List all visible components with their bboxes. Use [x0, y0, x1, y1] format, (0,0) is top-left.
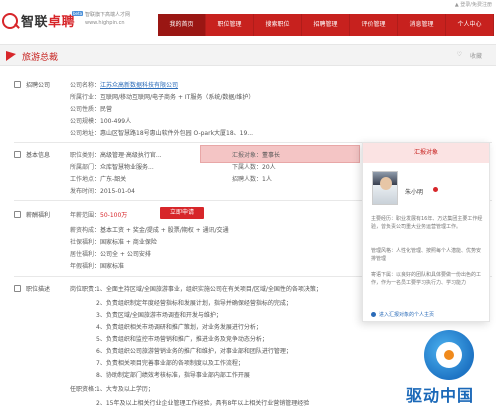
nav-home[interactable]: 我的首页 — [158, 14, 206, 36]
job-title-bar: 旅游总裁 ♡ 收藏 — [0, 44, 496, 66]
watermark-text: 驱动中国 — [406, 386, 475, 405]
salary-range-row: 年薪范围：50-100万 — [70, 212, 128, 219]
salary-structure-row: 薪资构成：基本工资 + 奖金/提成 + 股票/期权 + 通讯/交通 — [70, 227, 229, 234]
subordinates-row: 下属人数：20人 — [232, 164, 276, 171]
avatar[interactable] — [372, 171, 398, 205]
duty-line: 7、负责相关项目完善事业部的各项制度以及工作流程； — [96, 360, 244, 367]
report-to-panel: 汇报对象 朱小明 主要经历：职业发展有16年、万达集团主要工作经验，曾负责公司重… — [362, 142, 490, 322]
watermark-logo: 驱动中国 — [404, 330, 494, 414]
favorite-button[interactable]: 收藏 — [470, 51, 482, 60]
manager-message: 寄语下属：以良好的团队和具体要做一份出色的工作，作为一名员工要学习执行力、学习能… — [371, 272, 482, 286]
duty-line: 3、负责区域/全国旅游市场调查和开发与维护； — [96, 312, 222, 319]
company-name-link[interactable]: 江苏众高新数据科技有限公司 — [100, 82, 178, 89]
company-name-row: 公司名称：江苏众高新数据科技有限公司 — [70, 82, 179, 89]
insurance-row: 社保福利：国家标准 + 商业保险 — [70, 239, 157, 246]
nav-recruit-mgmt[interactable]: 招聘管理 — [302, 14, 350, 36]
logo-text: 智联卓聘 — [21, 15, 76, 30]
main-nav: 我的首页 职位管理 搜索职位 招聘管理 评价管理 消息管理 个人中心 — [158, 14, 494, 36]
section-description: 职位描述 — [14, 284, 50, 293]
nav-position-mgmt[interactable]: 职位管理 — [206, 14, 254, 36]
logo-magnifier-icon — [2, 12, 18, 29]
headcount-row: 招聘人数：1人 — [232, 176, 272, 183]
company-size-row: 公司规模：100-499人 — [70, 118, 132, 125]
apply-button[interactable]: 立即申请 — [160, 207, 204, 219]
duty-line: 5、负责组织和监控市场营销和推广，推进业务及竞争动态分析； — [96, 336, 268, 343]
heart-icon[interactable]: ♡ — [457, 51, 462, 58]
beta-badge: beta — [72, 11, 84, 16]
building-icon — [14, 81, 21, 88]
manager-name[interactable]: 朱小明 — [405, 187, 423, 196]
nav-message-mgmt[interactable]: 消息管理 — [398, 14, 446, 36]
verified-icon — [433, 187, 438, 192]
manager-style: 管理风格：人性化管理、按照每个人潜能、优势安排管理 — [371, 248, 482, 262]
company-type-row: 公司性质：民营 — [70, 106, 113, 113]
job-title: 旅游总裁 — [22, 53, 59, 63]
duty-line: 2、负责组织制定年度经营指标和发展计划，指导并确保经营指标的完成； — [96, 300, 292, 307]
document-icon — [14, 285, 21, 292]
money-icon — [14, 211, 21, 218]
department-row: 所属部门：众库智慧物业服务... — [70, 164, 154, 171]
company-industry-row: 所属行业：互联网/移动互联网/电子商务 + IT服务（系统/数据/维护） — [70, 94, 255, 101]
requirement-line: 2、15年及以上相关行业企业管理工作经验，具有8年以上相关行业营销管理经验 — [96, 400, 310, 407]
manager-experience: 主要经历：职业发展有16年、万达集团主要工作经验，曾负责公司重大业务运营管理工作… — [371, 216, 483, 230]
duty-line: 8、协助制定部门绩效考核标准，指导事业部内部工作开展 — [96, 372, 250, 379]
duty-line: 4、负责组织相关市场调研和推广策划，对业务发展进行分析； — [96, 324, 262, 331]
link-icon — [371, 312, 376, 317]
nav-search-position[interactable]: 搜索职位 — [254, 14, 302, 36]
info-icon — [14, 151, 21, 158]
nav-personal-center[interactable]: 个人中心 — [446, 14, 494, 36]
nav-review-mgmt[interactable]: 评价管理 — [350, 14, 398, 36]
section-basic-info: 基本信息 — [14, 150, 50, 159]
publish-date-row: 发布时间：2015-01-04 — [70, 188, 135, 195]
flag-icon — [6, 51, 16, 61]
section-salary: 薪酬福利 — [14, 210, 50, 219]
vacation-row: 年假福利：国家标准 — [70, 263, 125, 270]
report-to-row: 汇报对象：董事长 — [232, 152, 281, 159]
site-logo[interactable]: 智联卓聘 beta — [2, 11, 84, 30]
duty-line: 1、全面主持区域/全国旅游事业，组织实施公司在有关项目/区域/全国性的各项决策； — [96, 286, 322, 293]
slogan: 智联旗下高端人才网 www.highpin.cn — [85, 12, 131, 26]
panel-title: 汇报对象 — [363, 143, 489, 163]
watermark-q-icon — [424, 330, 474, 380]
location-row: 工作地点：广东-韶关 — [70, 176, 127, 183]
company-address-row: 公司地址：惠山区智慧路18号惠山软件外包园 O-park大厦18、19... — [70, 130, 254, 137]
housing-row: 居住福利：公司全 + 公司安排 — [70, 251, 151, 258]
section-company: 招聘公司 — [14, 80, 50, 89]
requirement-line: 1、大专及以上学历； — [96, 386, 154, 393]
duty-line: 6、负责组织公司旅游营销业务的推广和维护，对事业部和团队进行管理； — [96, 348, 292, 355]
job-category-row: 职位类别：高级管理·高级执行官... — [70, 152, 162, 159]
site-header: 智联卓聘 beta 智联旗下高端人才网 www.highpin.cn 我的首页 … — [0, 6, 500, 36]
manager-homepage-link[interactable]: 进入汇报对象的个人主页 — [371, 311, 434, 318]
